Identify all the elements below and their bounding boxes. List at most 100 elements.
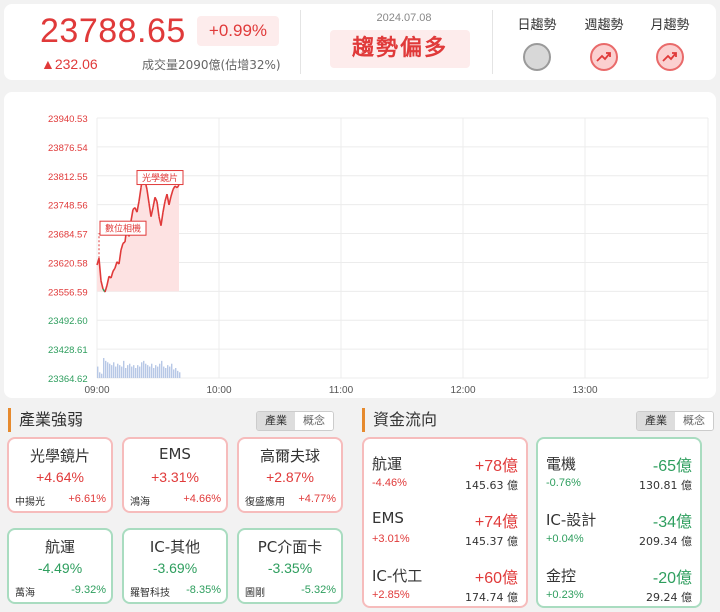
volume-bar	[113, 362, 115, 378]
y-tick-label: 23364.62	[48, 374, 88, 385]
trend-monthly-label: 月趨勢	[650, 18, 690, 33]
toggle-industry[interactable]: 產業	[637, 412, 675, 430]
volume-bar	[97, 366, 99, 378]
industry-view-toggle[interactable]: 產業 概念	[256, 411, 334, 431]
industry-card[interactable]: 光學鏡片 +4.64% 中揚光 +6.61%	[7, 437, 113, 513]
leading-stock-percent: -5.32%	[301, 584, 336, 596]
flow-turnover: 145.37 億	[465, 535, 518, 548]
industry-name: 光學鏡片	[29, 447, 90, 465]
x-tick-label: 10:00	[206, 385, 231, 396]
index-header: 23788.65 +0.99% ▲232.06 成交量2090億(估增32%) …	[4, 4, 716, 80]
intraday-chart-card[interactable]: 23940.53 23876.54 23812.55 23748.56 23684.57…	[4, 92, 716, 398]
flow-industry-name: IC-設計	[546, 511, 597, 529]
volume-bar	[153, 368, 155, 378]
volume-bar	[159, 363, 161, 378]
volume-bar	[139, 366, 141, 378]
divider	[492, 10, 493, 74]
volume-bar	[141, 362, 143, 378]
trend-weekly-label: 週趨勢	[584, 18, 624, 33]
volume-bar	[157, 366, 159, 378]
toggle-concept[interactable]: 概念	[295, 412, 333, 430]
volume-bar	[165, 368, 167, 378]
volume-bar	[127, 365, 129, 378]
volume-bar	[145, 363, 147, 378]
market-date: 2024.07.08	[376, 12, 432, 24]
industry-name: 高爾夫球	[259, 447, 320, 465]
flow-industry-name: 金控	[546, 567, 577, 585]
annotation-label: 數位相機	[105, 223, 141, 235]
leading-stock-name: 萬海	[15, 588, 35, 599]
volume-bar	[111, 365, 113, 378]
index-value: 23788.65	[40, 12, 186, 50]
y-tick-label: 23748.56	[48, 201, 88, 212]
leading-stock-name: 圖剛	[245, 588, 265, 599]
fund-flow-row[interactable]: 航運 +78億 -4.46% 145.63 億	[364, 447, 526, 503]
leading-stock-percent: -9.32%	[71, 584, 106, 596]
flow-amount: +60億	[474, 570, 518, 587]
leading-stock-percent: +4.77%	[298, 493, 336, 505]
fund-flow-row[interactable]: IC-代工 +60億 +2.85% 174.74 億	[364, 559, 526, 612]
industry-card[interactable]: EMS +3.31% 鴻海 +4.66%	[122, 437, 228, 513]
industry-name: IC-其他	[149, 538, 201, 556]
volume-bar	[155, 365, 157, 378]
flow-industry-name: IC-代工	[372, 567, 423, 585]
y-tick-label: 23684.57	[48, 230, 88, 241]
leading-stock-name: 羅智科技	[130, 588, 170, 599]
y-tick-label: 23812.55	[48, 172, 88, 183]
flow-percent: +3.01%	[372, 533, 410, 545]
industry-card[interactable]: PC介面卡 -3.35% 圖剛 -5.32%	[237, 528, 343, 604]
flow-industry-name: 航運	[372, 455, 403, 473]
flow-amount: -34億	[652, 514, 692, 531]
flow-amount: -20億	[652, 570, 692, 587]
industry-card[interactable]: 航運 -4.49% 萬海 -9.32%	[7, 528, 113, 604]
trading-volume: 成交量2090億(估增32%)	[142, 58, 281, 72]
y-tick-label: 23940.53	[48, 114, 88, 125]
x-tick-label: 11:00	[329, 385, 354, 396]
flow-percent: -0.76%	[546, 477, 581, 489]
y-tick-label: 23492.60	[48, 316, 88, 327]
fund-inflow-card: 航運 +78億 -4.46% 145.63 億 EMS +74億 +3.01% 145.37 …	[362, 437, 528, 608]
trend-weekly[interactable]: 週趨勢	[574, 14, 634, 71]
trend-daily[interactable]: 日趨勢	[507, 14, 567, 71]
volume-bar	[169, 366, 171, 378]
trend-daily-label: 日趨勢	[517, 18, 557, 33]
leading-stock-name: 中揚光	[15, 497, 45, 508]
industry-percent: -3.35%	[267, 560, 313, 576]
flow-amount: +74億	[474, 514, 518, 531]
trend-summary-badge: 趨勢偏多	[330, 30, 470, 68]
industry-card[interactable]: IC-其他 -3.69% 羅智科技 -8.35%	[122, 528, 228, 604]
annotation-label: 光學鏡片	[142, 172, 178, 184]
industry-card[interactable]: 高爾夫球 +2.87% 復盛應用 +4.77%	[237, 437, 343, 513]
volume-bar	[129, 363, 131, 378]
flow-turnover: 29.24 億	[646, 591, 692, 604]
industry-percent: +4.64%	[36, 469, 84, 485]
flow-percent: -4.46%	[372, 477, 407, 489]
index-percent-badge: +0.99%	[197, 16, 279, 46]
flow-industry-name: EMS	[372, 509, 404, 527]
flow-turnover: 130.81 億	[639, 479, 692, 492]
volume-bar	[133, 365, 135, 378]
fund-flow-row[interactable]: EMS +74億 +3.01% 145.37 億	[364, 503, 526, 559]
fund-flow-view-toggle[interactable]: 產業 概念	[636, 411, 714, 431]
fund-flow-row[interactable]: 電機 -65億 -0.76% 130.81 億	[538, 447, 700, 503]
volume-bar	[147, 365, 149, 378]
volume-bar	[175, 368, 177, 378]
volume-bar	[103, 358, 105, 378]
volume-bar	[151, 363, 153, 378]
intraday-chart[interactable]: 23940.53 23876.54 23812.55 23748.56 23684.57…	[4, 92, 716, 398]
flow-percent: +2.85%	[372, 589, 410, 601]
volume-bar	[107, 362, 109, 378]
volume-bar	[117, 363, 119, 378]
fund-flow-row[interactable]: IC-設計 -34億 +0.04% 209.34 億	[538, 503, 700, 559]
toggle-concept[interactable]: 概念	[675, 412, 713, 430]
fund-flow-row[interactable]: 金控 -20億 +0.23% 29.24 億	[538, 559, 700, 612]
trend-monthly[interactable]: 月趨勢	[640, 14, 700, 71]
flow-percent: +0.23%	[546, 589, 584, 601]
industry-percent: +2.87%	[266, 469, 314, 485]
flow-amount: -65億	[652, 458, 692, 475]
industry-name: 航運	[44, 538, 75, 556]
leading-stock-percent: -8.35%	[186, 584, 221, 596]
leading-stock-percent: +4.66%	[183, 493, 221, 505]
volume-bar	[179, 372, 181, 378]
toggle-industry[interactable]: 產業	[257, 412, 295, 430]
